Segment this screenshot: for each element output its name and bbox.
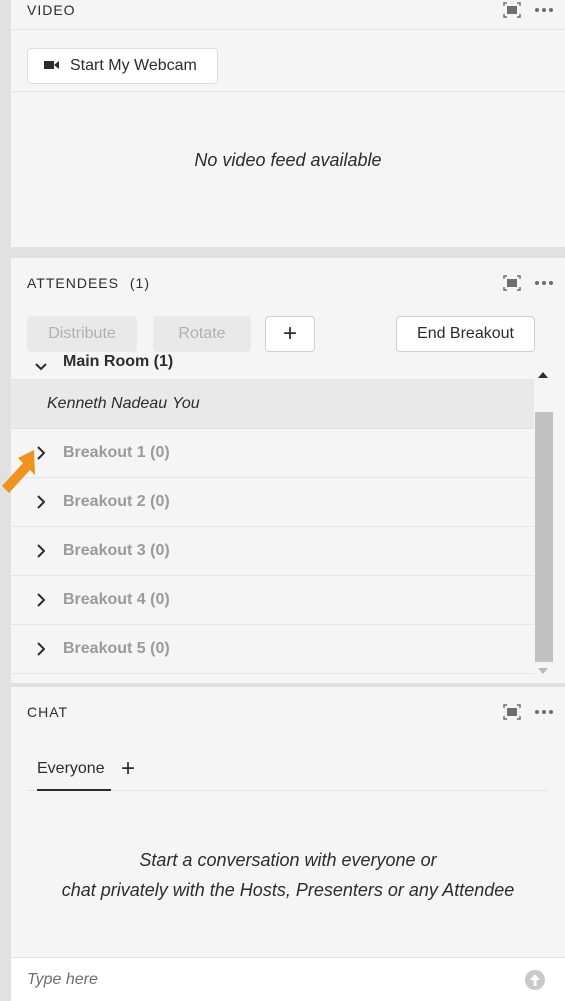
more-options-icon[interactable] bbox=[535, 710, 553, 714]
breakout-row-4[interactable]: Breakout 4 (0) bbox=[11, 576, 534, 625]
attendee-you-tag: You bbox=[172, 395, 200, 412]
chat-pod-title: CHAT bbox=[27, 704, 69, 720]
attendees-pod: ATTENDEES (1) Distribute Rotate + End Br… bbox=[11, 258, 565, 683]
breakout-label: Breakout 5 (0) bbox=[63, 640, 170, 657]
maximize-icon[interactable] bbox=[503, 275, 521, 291]
start-webcam-button[interactable]: Start My Webcam bbox=[27, 48, 218, 84]
video-pod-title: VIDEO bbox=[27, 1, 76, 18]
chevron-right-icon bbox=[31, 544, 51, 558]
chat-input-bar bbox=[11, 957, 565, 1001]
breakout-label: Breakout 3 (0) bbox=[63, 542, 170, 559]
attendee-name: Kenneth Nadeau bbox=[47, 395, 168, 412]
distribute-button[interactable]: Distribute bbox=[27, 316, 137, 352]
breakout-row-2[interactable]: Breakout 2 (0) bbox=[11, 478, 534, 527]
end-breakout-button[interactable]: End Breakout bbox=[396, 316, 535, 352]
chat-pod: CHAT Everyone + Start a conversation wit… bbox=[11, 687, 565, 1001]
add-breakout-button[interactable]: + bbox=[265, 316, 315, 352]
start-webcam-label: Start My Webcam bbox=[70, 57, 197, 74]
breakout-label: Breakout 1 (0) bbox=[63, 444, 170, 461]
attendees-title-text: ATTENDEES bbox=[27, 275, 119, 291]
video-pod-header: VIDEO bbox=[11, 0, 565, 30]
attendees-count: (1) bbox=[129, 275, 150, 291]
breakout-row-5[interactable]: Breakout 5 (0) bbox=[11, 625, 534, 674]
chevron-right-icon bbox=[31, 593, 51, 607]
breakout-row-1[interactable]: Breakout 1 (0) bbox=[11, 429, 534, 478]
chat-empty-line-2: chat privately with the Hosts, Presenter… bbox=[61, 880, 515, 900]
main-room-label: Main Room (1) bbox=[63, 354, 174, 370]
active-tab-indicator bbox=[37, 789, 111, 791]
chat-message-input[interactable] bbox=[27, 958, 477, 1001]
attendees-pod-title: ATTENDEES (1) bbox=[27, 275, 150, 291]
maximize-icon[interactable] bbox=[503, 704, 521, 720]
attendee-list-scrollbar[interactable] bbox=[533, 368, 553, 678]
camera-icon bbox=[44, 57, 60, 75]
attendee-list: Main Room (1) Kenneth Nadeau You Breakou… bbox=[11, 354, 534, 683]
attendees-toolbar: Distribute Rotate + End Breakout bbox=[11, 316, 565, 354]
chat-tabs: Everyone + bbox=[27, 747, 547, 791]
add-chat-tab-button[interactable]: + bbox=[121, 751, 135, 787]
mouse-cursor-arrow-icon bbox=[2, 450, 35, 493]
send-icon[interactable] bbox=[525, 970, 545, 990]
breakout-label: Breakout 4 (0) bbox=[63, 591, 170, 608]
maximize-icon[interactable] bbox=[503, 1, 521, 18]
webcam-strip: Start My Webcam bbox=[11, 40, 565, 92]
scroll-thumb[interactable] bbox=[535, 412, 553, 662]
attendee-row[interactable]: Kenneth Nadeau You bbox=[11, 380, 534, 429]
tab-everyone[interactable]: Everyone bbox=[37, 747, 105, 791]
rotate-button[interactable]: Rotate bbox=[153, 316, 251, 352]
chevron-down-icon bbox=[31, 363, 51, 371]
chevron-right-icon bbox=[31, 642, 51, 656]
scroll-down-arrow-icon[interactable] bbox=[533, 664, 553, 678]
video-pod: VIDEO Start My Webcam No video feed avai… bbox=[11, 0, 565, 247]
chat-empty-message: Start a conversation with everyone or ch… bbox=[11, 845, 565, 905]
breakout-label: Breakout 2 (0) bbox=[63, 493, 170, 510]
chat-pod-header: CHAT bbox=[11, 687, 565, 737]
chat-empty-line-1: Start a conversation with everyone or bbox=[139, 850, 437, 870]
main-room-row[interactable]: Main Room (1) bbox=[11, 354, 534, 380]
more-options-icon[interactable] bbox=[535, 281, 553, 285]
scroll-up-arrow-icon[interactable] bbox=[533, 368, 553, 382]
no-video-message: No video feed available bbox=[194, 150, 382, 170]
attendees-pod-header: ATTENDEES (1) bbox=[11, 258, 565, 308]
more-options-icon[interactable] bbox=[535, 7, 553, 12]
breakout-row-3[interactable]: Breakout 3 (0) bbox=[11, 527, 534, 576]
